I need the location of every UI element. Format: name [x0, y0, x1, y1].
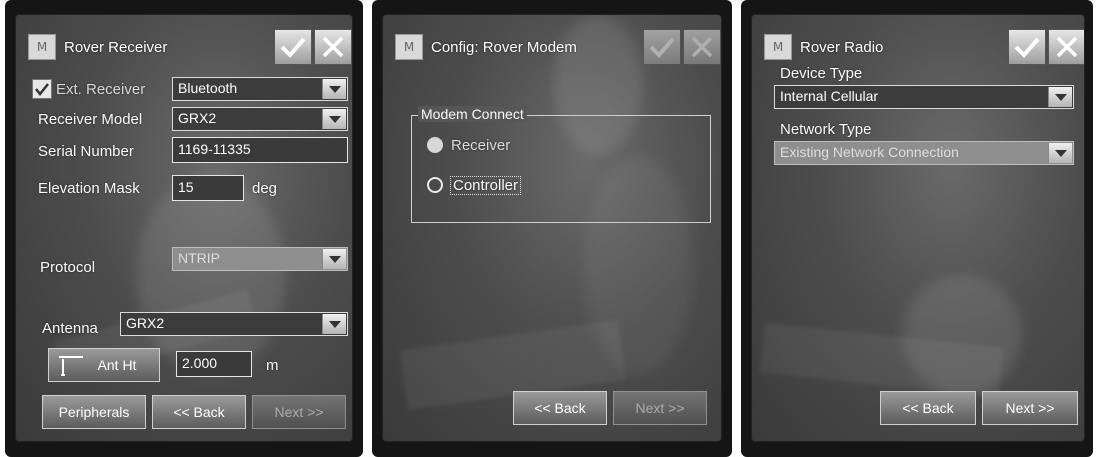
- chevron-down-icon[interactable]: [322, 79, 346, 99]
- device-rover-modem: M Config: Rover Modem Modem Connect Rece…: [372, 0, 732, 457]
- title-bar: M Config: Rover Modem: [395, 29, 721, 69]
- device-rover-radio: M Rover Radio Device Type Internal Cellu…: [741, 0, 1093, 457]
- network-type-value: Existing Network Connection: [780, 144, 959, 160]
- receiver-model-value: GRX2: [178, 110, 217, 126]
- checkmark-icon: [280, 37, 306, 58]
- elevation-mask-label: Elevation Mask: [38, 180, 140, 197]
- checkmark-icon: [35, 83, 49, 97]
- page-title: Rover Radio: [800, 39, 884, 56]
- controller-radio[interactable]: [427, 177, 443, 193]
- receiver-radio-label: Receiver: [451, 137, 511, 154]
- ok-button[interactable]: [643, 29, 681, 65]
- page-title: Rover Receiver: [64, 39, 168, 56]
- chevron-down-icon[interactable]: [1048, 143, 1072, 163]
- cancel-button[interactable]: [683, 29, 721, 65]
- close-icon: [322, 36, 344, 58]
- chevron-down-icon[interactable]: [322, 314, 346, 334]
- ext-receiver-select[interactable]: Bluetooth: [172, 77, 348, 101]
- app-logo-icon[interactable]: M: [28, 34, 56, 60]
- protocol-value: NTRIP: [178, 250, 220, 266]
- chevron-down-icon[interactable]: [322, 109, 346, 129]
- controller-radio-label: Controller: [449, 176, 522, 195]
- device-type-label: Device Type: [780, 65, 863, 82]
- app-logo-icon[interactable]: M: [764, 34, 792, 60]
- app-logo-icon[interactable]: M: [395, 34, 423, 60]
- ext-receiver-label: Ext. Receiver: [56, 81, 146, 98]
- next-button[interactable]: Next >>: [982, 391, 1078, 425]
- back-button[interactable]: << Back: [152, 395, 246, 429]
- receiver-radio[interactable]: [427, 137, 443, 153]
- ok-button[interactable]: [274, 29, 312, 65]
- ant-ht-field[interactable]: 2.000: [176, 351, 252, 377]
- device-rover-receiver: M Rover Receiver Ext. Receiver Bluetooth…: [5, 0, 363, 457]
- peripherals-button[interactable]: Peripherals: [42, 395, 146, 429]
- chevron-down-icon[interactable]: [322, 249, 346, 269]
- ant-ht-button[interactable]: Ant Ht: [48, 348, 160, 382]
- screen-rover-radio: M Rover Radio Device Type Internal Cellu…: [751, 14, 1085, 442]
- title-bar: M Rover Receiver: [28, 29, 352, 69]
- elevation-mask-field[interactable]: 15: [172, 175, 244, 201]
- antenna-select[interactable]: GRX2: [120, 312, 348, 336]
- modem-connect-legend: Modem Connect: [418, 106, 527, 122]
- receiver-model-label: Receiver Model: [38, 111, 143, 128]
- checkmark-icon: [1014, 37, 1040, 58]
- protocol-label: Protocol: [40, 259, 96, 276]
- device-type-value: Internal Cellular: [780, 88, 879, 104]
- antenna-value: GRX2: [126, 315, 165, 331]
- next-button[interactable]: Next >>: [613, 391, 707, 425]
- next-button[interactable]: Next >>: [252, 395, 346, 429]
- back-button[interactable]: << Back: [513, 391, 607, 425]
- antenna-height-icon: [59, 356, 83, 376]
- screen-rover-modem: M Config: Rover Modem Modem Connect Rece…: [382, 14, 722, 442]
- close-icon: [691, 36, 713, 58]
- device-type-select[interactable]: Internal Cellular: [774, 85, 1074, 109]
- network-type-select[interactable]: Existing Network Connection: [774, 141, 1074, 165]
- title-bar: M Rover Radio: [764, 29, 1084, 69]
- serial-number-label: Serial Number: [38, 143, 134, 160]
- checkmark-icon: [649, 37, 675, 58]
- ext-receiver-value: Bluetooth: [178, 80, 238, 96]
- ext-receiver-checkbox[interactable]: [32, 79, 52, 99]
- antenna-label: Antenna: [42, 320, 98, 337]
- page-title: Config: Rover Modem: [431, 39, 577, 56]
- network-type-label: Network Type: [780, 121, 872, 138]
- screen-rover-receiver: M Rover Receiver Ext. Receiver Bluetooth…: [15, 14, 353, 442]
- ant-ht-label: Ant Ht: [97, 357, 137, 373]
- receiver-model-select[interactable]: GRX2: [172, 107, 348, 131]
- protocol-select[interactable]: NTRIP: [172, 247, 348, 271]
- chevron-down-icon[interactable]: [1048, 87, 1072, 107]
- cancel-button[interactable]: [1048, 29, 1084, 65]
- back-button[interactable]: << Back: [880, 391, 976, 425]
- cancel-button[interactable]: [314, 29, 352, 65]
- elevation-mask-unit: deg: [252, 180, 278, 197]
- ok-button[interactable]: [1008, 29, 1046, 65]
- close-icon: [1056, 36, 1078, 58]
- ant-ht-unit: m: [266, 357, 279, 374]
- serial-number-field[interactable]: 1169-11335: [172, 137, 348, 163]
- modem-connect-group: Modem Connect: [411, 106, 711, 223]
